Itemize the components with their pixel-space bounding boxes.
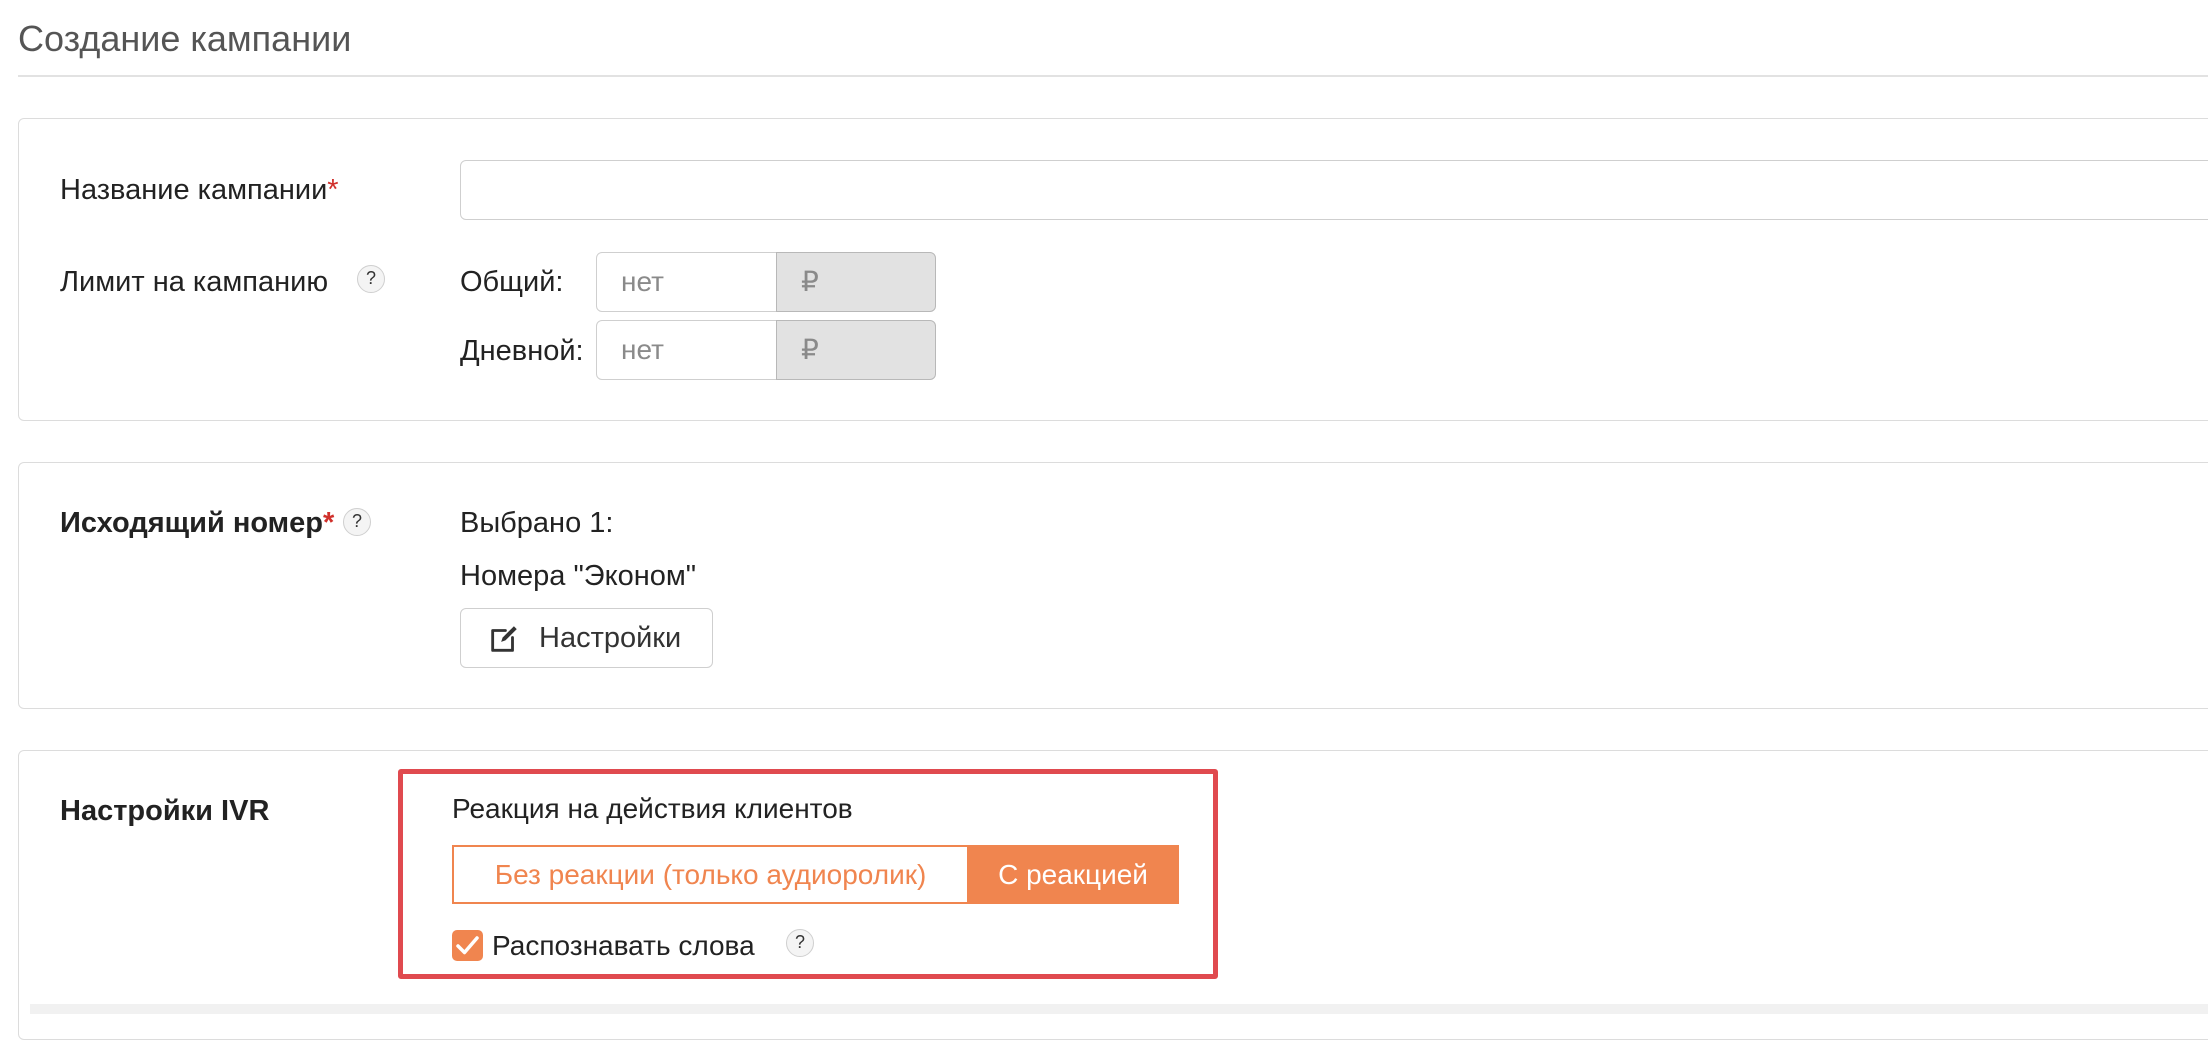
reaction-title: Реакция на действия клиентов: [452, 793, 853, 824]
help-icon[interactable]: ?: [343, 508, 371, 536]
total-limit-input[interactable]: [596, 252, 778, 312]
panel-footer-strip: [30, 1004, 2208, 1014]
help-icon[interactable]: ?: [786, 929, 814, 957]
page-title: Создание кампании: [18, 18, 352, 59]
total-currency-addon: ₽: [776, 252, 936, 312]
required-mark: *: [327, 174, 339, 206]
daily-currency-addon: ₽: [776, 320, 936, 380]
edit-icon: [491, 626, 517, 652]
campaign-limit-label: Лимит на кампанию: [60, 266, 329, 298]
recognize-words-label: Распознавать слова: [492, 930, 755, 961]
number-settings-button[interactable]: Настройки: [460, 608, 713, 668]
outgoing-number-panel: [18, 462, 2208, 709]
total-limit-label: Общий:: [460, 266, 564, 298]
selected-count-text: Выбрано 1:: [460, 507, 614, 539]
campaign-name-input[interactable]: [460, 160, 2208, 220]
daily-limit-input[interactable]: [596, 320, 778, 380]
daily-limit-label: Дневной:: [460, 335, 584, 367]
check-icon: [456, 936, 479, 955]
with-reaction-option[interactable]: С реакцией: [967, 845, 1179, 904]
help-icon[interactable]: ?: [357, 265, 385, 293]
title-divider: [18, 75, 2208, 77]
recognize-words-checkbox[interactable]: [452, 930, 483, 961]
number-settings-label: Настройки: [539, 622, 682, 654]
no-reaction-option[interactable]: Без реакции (только аудиоролик): [452, 845, 969, 904]
ivr-settings-label: Настройки IVR: [60, 795, 270, 827]
campaign-name-label: Название кампании*: [60, 174, 339, 206]
outgoing-number-label: Исходящий номер*: [60, 507, 335, 539]
numbers-group-text: Номера "Эконом": [460, 560, 697, 592]
required-mark: *: [322, 507, 335, 539]
